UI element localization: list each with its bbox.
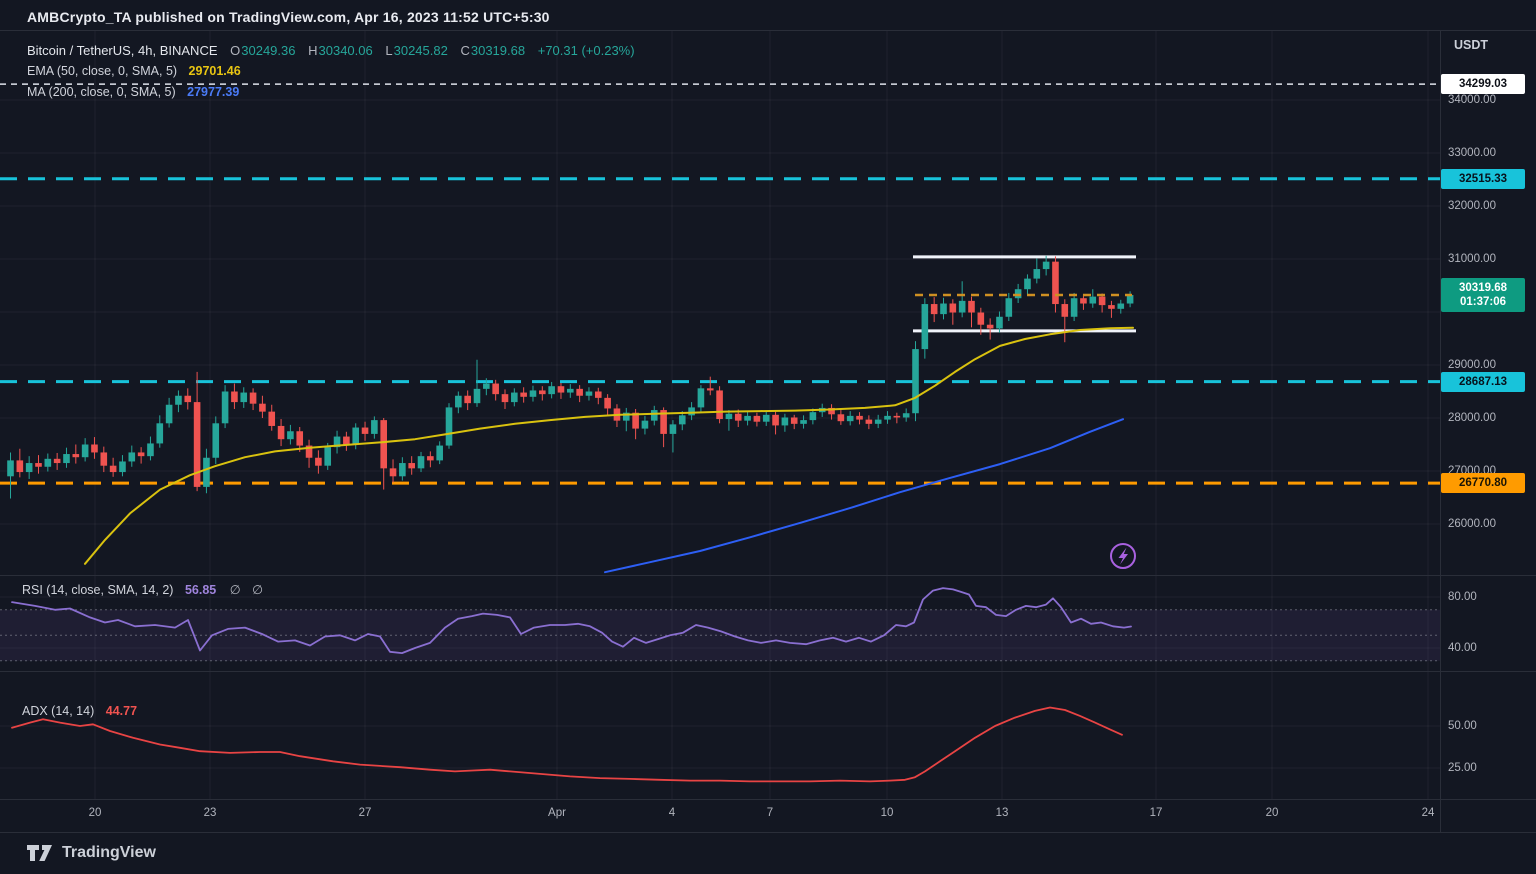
rsi-axis-label: 40.00 [1448,642,1477,654]
tradingview-wordmark: TradingView [62,844,156,862]
time-axis-label: 13 [996,807,1009,819]
price-badge: 28687.13 [1441,372,1525,392]
low-value: 30245.82 [394,43,448,58]
ema-value: 29701.46 [189,64,241,78]
rsi-value: 56.85 [185,583,216,597]
time-axis-label: Apr [548,807,566,819]
ma-label: MA (200, close, 0, SMA, 5) [27,85,176,99]
price-axis-label: 28000.00 [1448,412,1496,424]
lightning-boost-icon[interactable] [1111,544,1135,568]
open-label: O [230,43,240,58]
price-axis-label: 26000.00 [1448,518,1496,530]
high-label: H [308,43,317,58]
symbol-title: Bitcoin / TetherUS, 4h, BINANCE [27,43,218,58]
chart-canvas[interactable] [0,0,1536,874]
price-badge: 34299.03 [1441,74,1525,94]
adx-legend: ADX (14, 14) 44.77 [22,704,137,718]
adx-axis-label: 25.00 [1448,762,1477,774]
symbol-legend: Bitcoin / TetherUS, 4h, BINANCE O30249.3… [27,43,635,58]
countdown: 01:37:06 [1441,295,1525,309]
price-badge: 30319.6801:37:06 [1441,278,1525,312]
published-header: AMBCrypto_TA published on TradingView.co… [27,9,550,25]
price-axis-label: 32000.00 [1448,200,1496,212]
time-axis-label: 7 [767,807,773,819]
open-value: 30249.36 [241,43,295,58]
price-badge: 26770.80 [1441,473,1525,493]
adx-label: ADX (14, 14) [22,704,94,718]
adx-axis-label: 50.00 [1448,720,1477,732]
rsi-empty-set-icons: ∅ ∅ [230,583,263,597]
time-axis-label: 23 [204,807,217,819]
tradingview-published-chart: AMBCrypto_TA published on TradingView.co… [0,0,1536,874]
footer: TradingView [26,843,156,863]
time-axis-label: 17 [1150,807,1163,819]
time-axis-label: 24 [1422,807,1435,819]
badge-price: 30319.68 [1441,281,1525,295]
adx-value: 44.77 [106,704,137,718]
ema-label: EMA (50, close, 0, SMA, 5) [27,64,177,78]
time-axis-label: 20 [89,807,102,819]
close-label: C [460,43,469,58]
high-value: 30340.06 [319,43,373,58]
price-axis-label: 33000.00 [1448,147,1496,159]
time-axis-label: 10 [881,807,894,819]
ma-legend: MA (200, close, 0, SMA, 5) 27977.39 [27,85,239,99]
time-axis-label: 27 [359,807,372,819]
ema-legend: EMA (50, close, 0, SMA, 5) 29701.46 [27,64,241,78]
rsi-label: RSI (14, close, SMA, 14, 2) [22,583,173,597]
low-label: L [385,43,392,58]
rsi-axis-label: 80.00 [1448,591,1477,603]
tradingview-logo-icon[interactable] [26,843,53,863]
change-value: +70.31 (+0.23%) [538,43,635,58]
rsi-legend: RSI (14, close, SMA, 14, 2) 56.85 ∅ ∅ [22,582,263,597]
axis-currency-label: USDT [1454,38,1488,52]
time-axis-label: 20 [1266,807,1279,819]
price-axis-label: 29000.00 [1448,359,1496,371]
close-value: 30319.68 [471,43,525,58]
price-axis[interactable]: USDT 34000.00 33000.00 32000.00 31000.00 290… [1440,30,1536,799]
price-axis-label: 31000.00 [1448,253,1496,265]
time-axis[interactable]: 20 23 27 Apr 4 7 10 13 17 20 24 [0,799,1536,832]
price-axis-label: 34000.00 [1448,94,1496,106]
ma-value: 27977.39 [187,85,239,99]
price-badge: 32515.33 [1441,169,1525,189]
time-axis-label: 4 [669,807,675,819]
